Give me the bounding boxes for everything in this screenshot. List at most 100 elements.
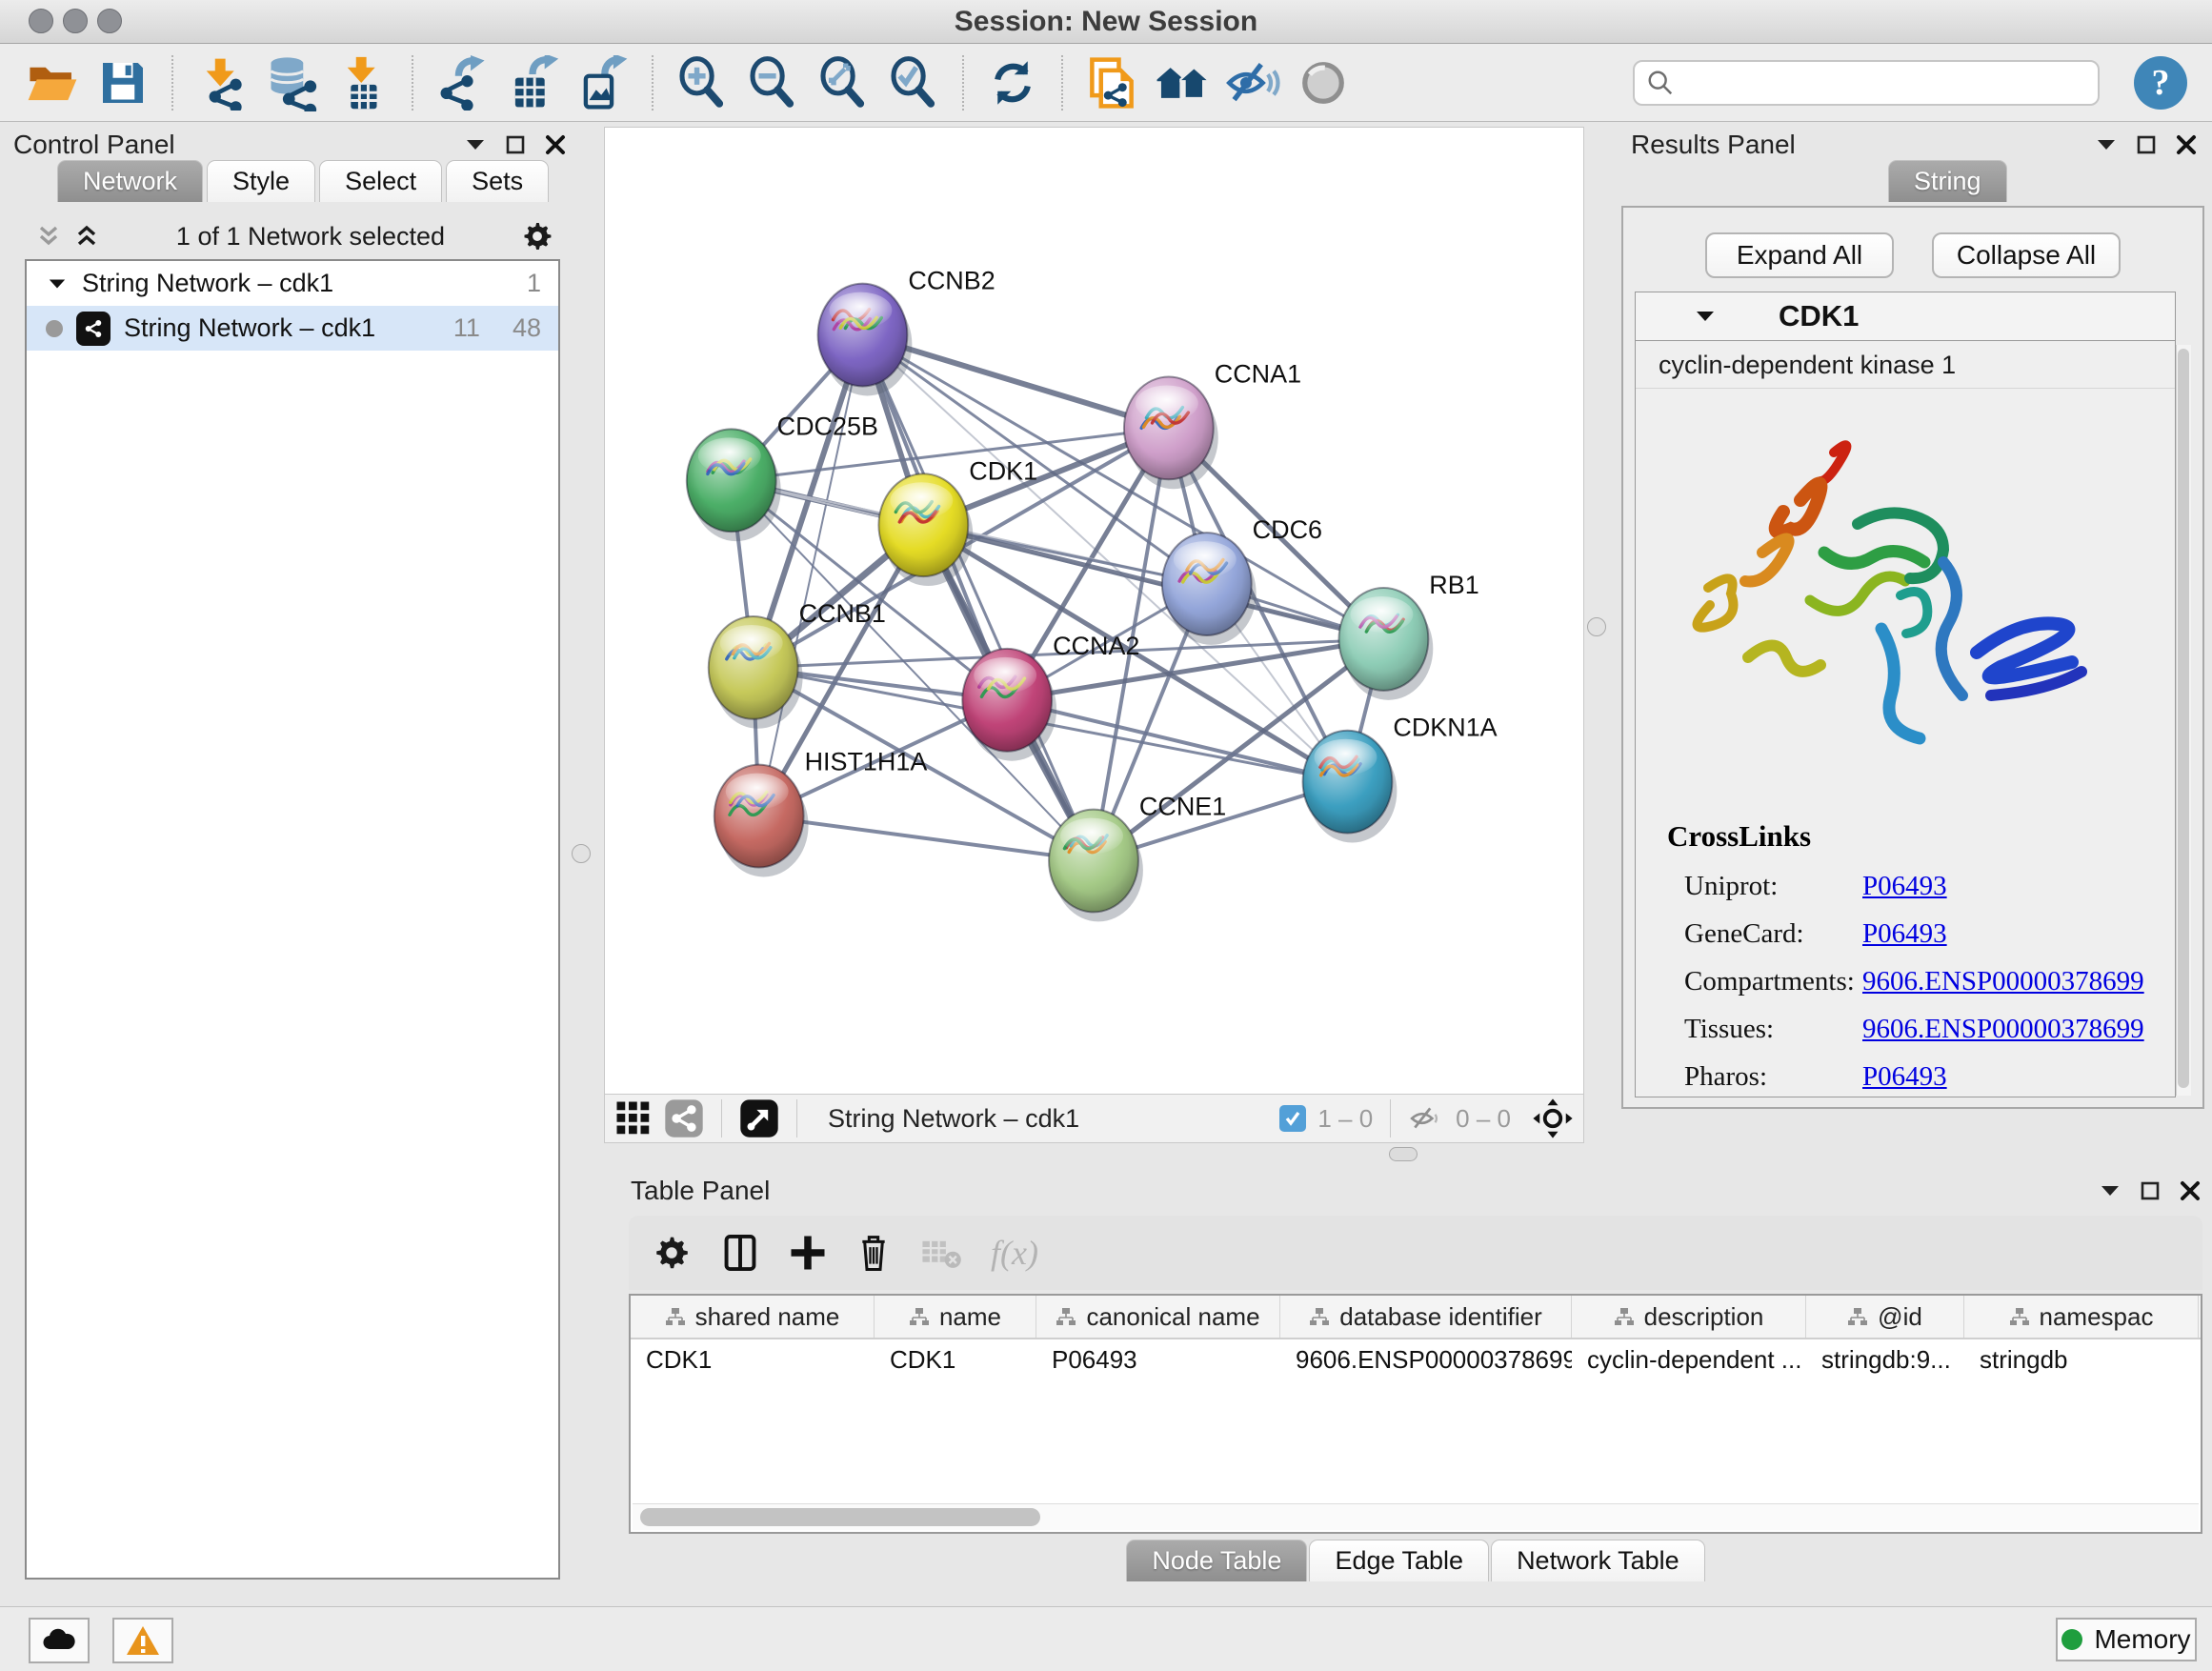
network-node-CDK1[interactable] bbox=[878, 473, 973, 586]
zoom-out-button[interactable] bbox=[737, 51, 808, 114]
bottom-splitter-handle[interactable] bbox=[1389, 1147, 1418, 1161]
network-node-RB1[interactable] bbox=[1338, 588, 1433, 700]
network-node-CDKN1A[interactable] bbox=[1303, 731, 1398, 843]
panel-menu-icon[interactable] bbox=[2100, 1183, 2121, 1198]
tab-network-table[interactable]: Network Table bbox=[1491, 1540, 1705, 1581]
export-table-button[interactable] bbox=[497, 51, 568, 114]
show-all-networks-button[interactable] bbox=[1147, 51, 1217, 114]
crosslink-link[interactable]: P06493 bbox=[1862, 1061, 1947, 1093]
crosslink-link[interactable]: 9606.ENSP00000378699 bbox=[1862, 966, 2144, 997]
gene-section-header[interactable]: CDK1 bbox=[1635, 292, 2176, 341]
search-input[interactable] bbox=[1675, 68, 2086, 97]
network-row-selected[interactable]: String Network – cdk1 11 48 bbox=[27, 306, 558, 351]
network-node-CCNE1[interactable] bbox=[1049, 810, 1143, 922]
right-splitter-handle[interactable] bbox=[1587, 617, 1606, 636]
open-in-new-window-icon[interactable] bbox=[739, 1098, 779, 1138]
network-collection-row[interactable]: String Network – cdk1 1 bbox=[27, 261, 558, 306]
tab-node-table[interactable]: Node Table bbox=[1126, 1540, 1307, 1581]
column-header--id[interactable]: @id bbox=[1806, 1296, 1964, 1338]
column-header-database-identifier[interactable]: database identifier bbox=[1280, 1296, 1572, 1338]
panel-menu-icon[interactable] bbox=[2096, 137, 2117, 152]
import-network-button[interactable] bbox=[187, 51, 257, 114]
apply-layout-button[interactable] bbox=[977, 51, 1048, 114]
network-node-CCNA2[interactable] bbox=[962, 649, 1056, 761]
results-tab-string[interactable]: String bbox=[1888, 160, 2007, 202]
window-minimize-button[interactable] bbox=[63, 9, 88, 33]
network-edge[interactable] bbox=[759, 335, 863, 816]
open-session-button[interactable] bbox=[17, 51, 88, 114]
hidden-eye-icon[interactable] bbox=[1408, 1102, 1444, 1135]
column-header-namespac[interactable]: namespac bbox=[1964, 1296, 2199, 1338]
import-table-button[interactable] bbox=[328, 51, 398, 114]
column-header-description[interactable]: description bbox=[1572, 1296, 1806, 1338]
network-node-CDC25B[interactable] bbox=[687, 429, 781, 541]
save-session-button[interactable] bbox=[88, 51, 158, 114]
add-column-icon[interactable] bbox=[789, 1234, 827, 1272]
cloud-status-button[interactable] bbox=[29, 1618, 90, 1663]
table-cell[interactable]: cyclin-dependent ... bbox=[1572, 1339, 1806, 1381]
left-splitter-handle[interactable] bbox=[572, 844, 591, 863]
tab-edge-table[interactable]: Edge Table bbox=[1309, 1540, 1489, 1581]
panel-float-icon[interactable] bbox=[505, 134, 526, 155]
network-node-CDC6[interactable] bbox=[1162, 533, 1257, 645]
panel-close-icon[interactable] bbox=[545, 134, 566, 155]
expand-all-icon[interactable] bbox=[72, 222, 101, 251]
export-network-button[interactable] bbox=[427, 51, 497, 114]
selected-checkbox[interactable] bbox=[1279, 1105, 1306, 1132]
crosslink-link[interactable]: P06493 bbox=[1862, 871, 1947, 902]
show-columns-icon[interactable] bbox=[720, 1233, 760, 1273]
copy-network-button[interactable] bbox=[1076, 51, 1147, 114]
crosslink-link[interactable]: 9606.ENSP00000378699 bbox=[1862, 1014, 2144, 1045]
section-collapse-icon[interactable] bbox=[1695, 309, 1716, 324]
tab-network[interactable]: Network bbox=[57, 160, 203, 202]
network-edge[interactable] bbox=[862, 335, 1094, 861]
network-edge[interactable] bbox=[759, 816, 1094, 861]
table-cell[interactable]: CDK1 bbox=[875, 1339, 1036, 1381]
collapse-all-button[interactable]: Collapse All bbox=[1932, 232, 2121, 278]
network-node-HIST1H1A[interactable] bbox=[714, 765, 809, 877]
network-node-CCNB2[interactable] bbox=[818, 284, 913, 396]
zoom-selected-button[interactable] bbox=[878, 51, 949, 114]
search-box[interactable] bbox=[1633, 60, 2100, 106]
column-header-name[interactable]: name bbox=[875, 1296, 1036, 1338]
table-cell[interactable]: 9606.ENSP00000378699 bbox=[1280, 1339, 1572, 1381]
results-scrollbar-thumb[interactable] bbox=[2178, 349, 2189, 1088]
show-hidden-button[interactable] bbox=[1288, 51, 1358, 114]
help-button[interactable]: ? bbox=[2134, 56, 2187, 110]
network-node-CCNA1[interactable] bbox=[1124, 376, 1218, 489]
column-header-shared-name[interactable]: shared name bbox=[631, 1296, 875, 1338]
panel-float-icon[interactable] bbox=[2136, 134, 2157, 155]
table-cell[interactable]: stringdb bbox=[1964, 1339, 2199, 1381]
expand-all-button[interactable]: Expand All bbox=[1705, 232, 1894, 278]
hide-selected-button[interactable] bbox=[1217, 51, 1288, 114]
collapse-all-icon[interactable] bbox=[34, 222, 63, 251]
import-network-from-database-button[interactable] bbox=[257, 51, 328, 114]
window-close-button[interactable] bbox=[29, 9, 53, 33]
crosslink-link[interactable]: P06493 bbox=[1862, 918, 1947, 950]
network-edge[interactable] bbox=[1007, 700, 1347, 782]
network-options-gear-icon[interactable] bbox=[520, 219, 554, 253]
network-node-CCNB1[interactable] bbox=[709, 616, 803, 729]
table-cell[interactable]: stringdb:9... bbox=[1806, 1339, 1964, 1381]
network-share-icon[interactable] bbox=[664, 1098, 704, 1138]
panel-close-icon[interactable] bbox=[2180, 1180, 2201, 1201]
network-canvas[interactable]: CCNB2CCNA1CDC25BCDK1CDC6RB1CCNB1CCNA2CDK… bbox=[604, 127, 1584, 1094]
table-options-gear-icon[interactable] bbox=[652, 1233, 692, 1273]
memory-button[interactable]: Memory bbox=[2056, 1618, 2197, 1661]
birdseye-grid-icon[interactable] bbox=[614, 1099, 653, 1137]
tab-style[interactable]: Style bbox=[207, 160, 315, 202]
panel-float-icon[interactable] bbox=[2140, 1180, 2161, 1201]
zoom-fit-button[interactable] bbox=[808, 51, 878, 114]
column-header-canonical-name[interactable]: canonical name bbox=[1036, 1296, 1280, 1338]
table-cell[interactable]: CDK1 bbox=[631, 1339, 875, 1381]
pan-crosshair-icon[interactable] bbox=[1532, 1097, 1574, 1139]
table-row[interactable]: CDK1CDK1P064939606.ENSP00000378699cyclin… bbox=[631, 1339, 2201, 1381]
panel-close-icon[interactable] bbox=[2176, 134, 2197, 155]
panel-menu-icon[interactable] bbox=[465, 137, 486, 152]
delete-column-icon[interactable] bbox=[855, 1233, 892, 1273]
export-image-button[interactable] bbox=[568, 51, 638, 114]
table-cell[interactable]: P06493 bbox=[1036, 1339, 1280, 1381]
table-scrollbar-thumb[interactable] bbox=[640, 1508, 1040, 1526]
warnings-button[interactable] bbox=[112, 1618, 173, 1663]
zoom-in-button[interactable] bbox=[667, 51, 737, 114]
